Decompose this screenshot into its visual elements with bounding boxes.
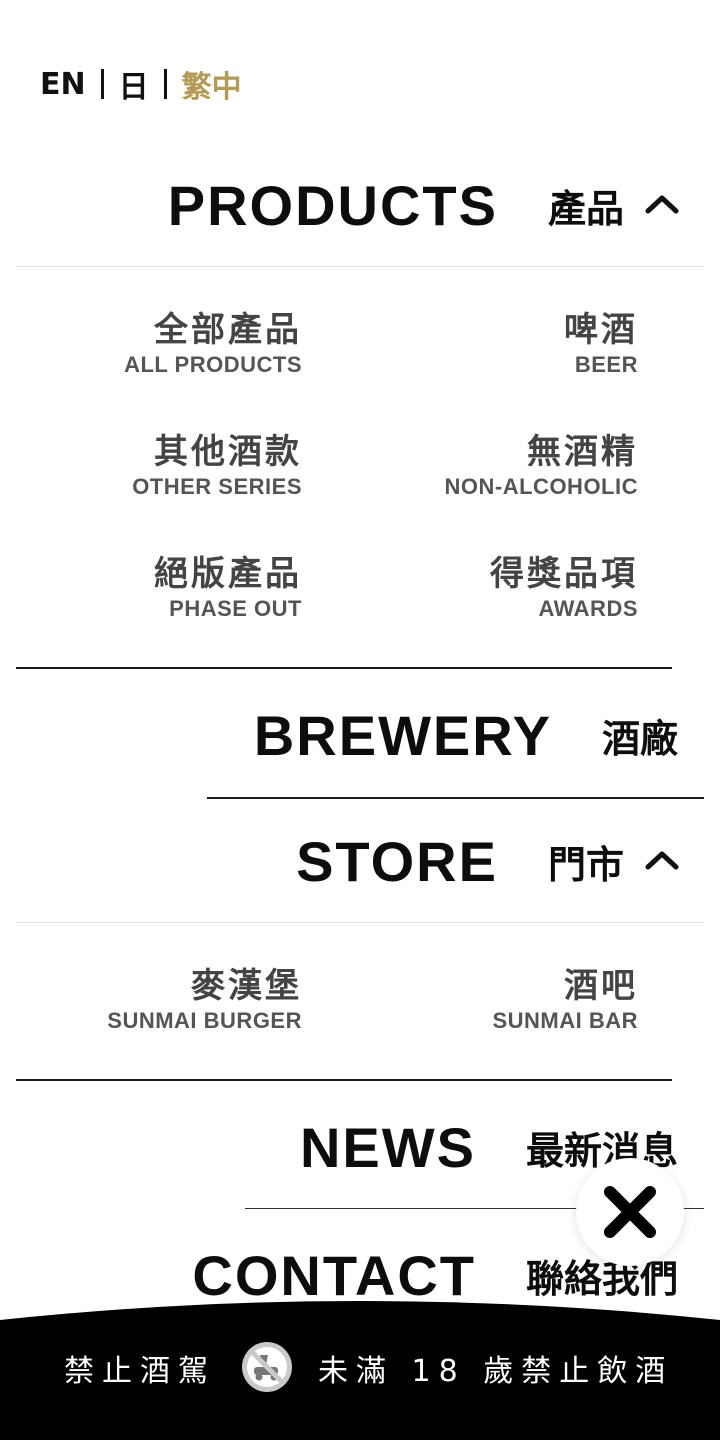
submenu-label-zh: 得獎品項 [490,554,638,594]
submenu-label-zh: 無酒精 [527,432,638,472]
lang-zh[interactable]: 繁中 [182,62,242,106]
lang-divider [100,69,104,99]
submenu-phase-out[interactable]: 絕版產品 PHASE OUT [154,554,302,622]
submenu-label-zh: 麥漢堡 [191,966,302,1006]
submenu-other-series[interactable]: 其他酒款 OTHER SERIES [132,432,302,500]
submenu-awards[interactable]: 得獎品項 AWARDS [490,554,638,622]
menu-store[interactable]: STORE 門市 [296,828,720,894]
menu-products[interactable]: PRODUCTS 產品 [168,172,720,238]
submenu-sunmai-bar[interactable]: 酒吧 SUNMAI BAR [492,966,638,1034]
submenu-label-en: PHASE OUT [169,596,302,621]
submenu-label-zh: 酒吧 [564,966,638,1006]
lang-ja[interactable]: 日 [119,62,149,106]
close-icon [604,1186,656,1238]
divider [207,797,704,799]
submenu-label-en: OTHER SERIES [132,474,302,499]
language-switcher: EN 日 繁中 [40,62,242,106]
submenu-label-zh: 絕版產品 [154,554,302,594]
submenu-beer[interactable]: 啤酒 BEER [564,310,638,378]
menu-brewery-zh: 酒廠 [601,716,678,761]
menu-news-en: NEWS [299,1115,476,1179]
submenu-all-products[interactable]: 全部產品 ALL PRODUCTS [124,310,302,378]
submenu-label-zh: 全部產品 [154,310,302,350]
submenu-label-zh: 啤酒 [564,310,638,350]
menu-store-en: STORE [296,829,498,893]
submenu-label-en: NON-ALCOHOLIC [444,474,638,499]
alcohol-warning-bar: 禁止酒駕 未滿 18 歲禁止飲酒 [0,1296,720,1440]
divider [16,922,704,923]
menu-products-zh: 產品 [547,186,624,231]
chevron-up-icon[interactable] [642,841,682,881]
divider [16,667,672,669]
no-drunk-driving-text: 禁止酒駕 [64,1354,216,1389]
submenu-label-en: AWARDS [538,596,638,621]
submenu-sunmai-burger[interactable]: 麥漢堡 SUNMAI BURGER [107,966,302,1034]
lang-en[interactable]: EN [40,67,86,102]
underage-drinking-text: 未滿 18 歲禁止飲酒 [318,1354,674,1389]
no-drink-driving-icon [242,1342,292,1392]
menu-brewery[interactable]: BREWERY 酒廠 [254,702,720,768]
submenu-label-en: SUNMAI BAR [492,1008,638,1033]
menu-products-en: PRODUCTS [167,173,498,237]
submenu-label-zh: 其他酒款 [154,432,302,472]
submenu-label-en: BEER [574,352,638,377]
close-menu-button[interactable] [576,1158,684,1266]
chevron-up-icon[interactable] [642,185,682,225]
lang-divider [163,69,167,99]
submenu-label-en: ALL PRODUCTS [124,352,302,377]
divider [16,1079,672,1081]
menu-store-zh: 門市 [547,842,624,887]
menu-brewery-en: BREWERY [253,703,552,767]
divider [16,266,704,267]
submenu-label-en: SUNMAI BURGER [107,1008,302,1033]
submenu-non-alcoholic[interactable]: 無酒精 NON-ALCOHOLIC [445,432,638,500]
